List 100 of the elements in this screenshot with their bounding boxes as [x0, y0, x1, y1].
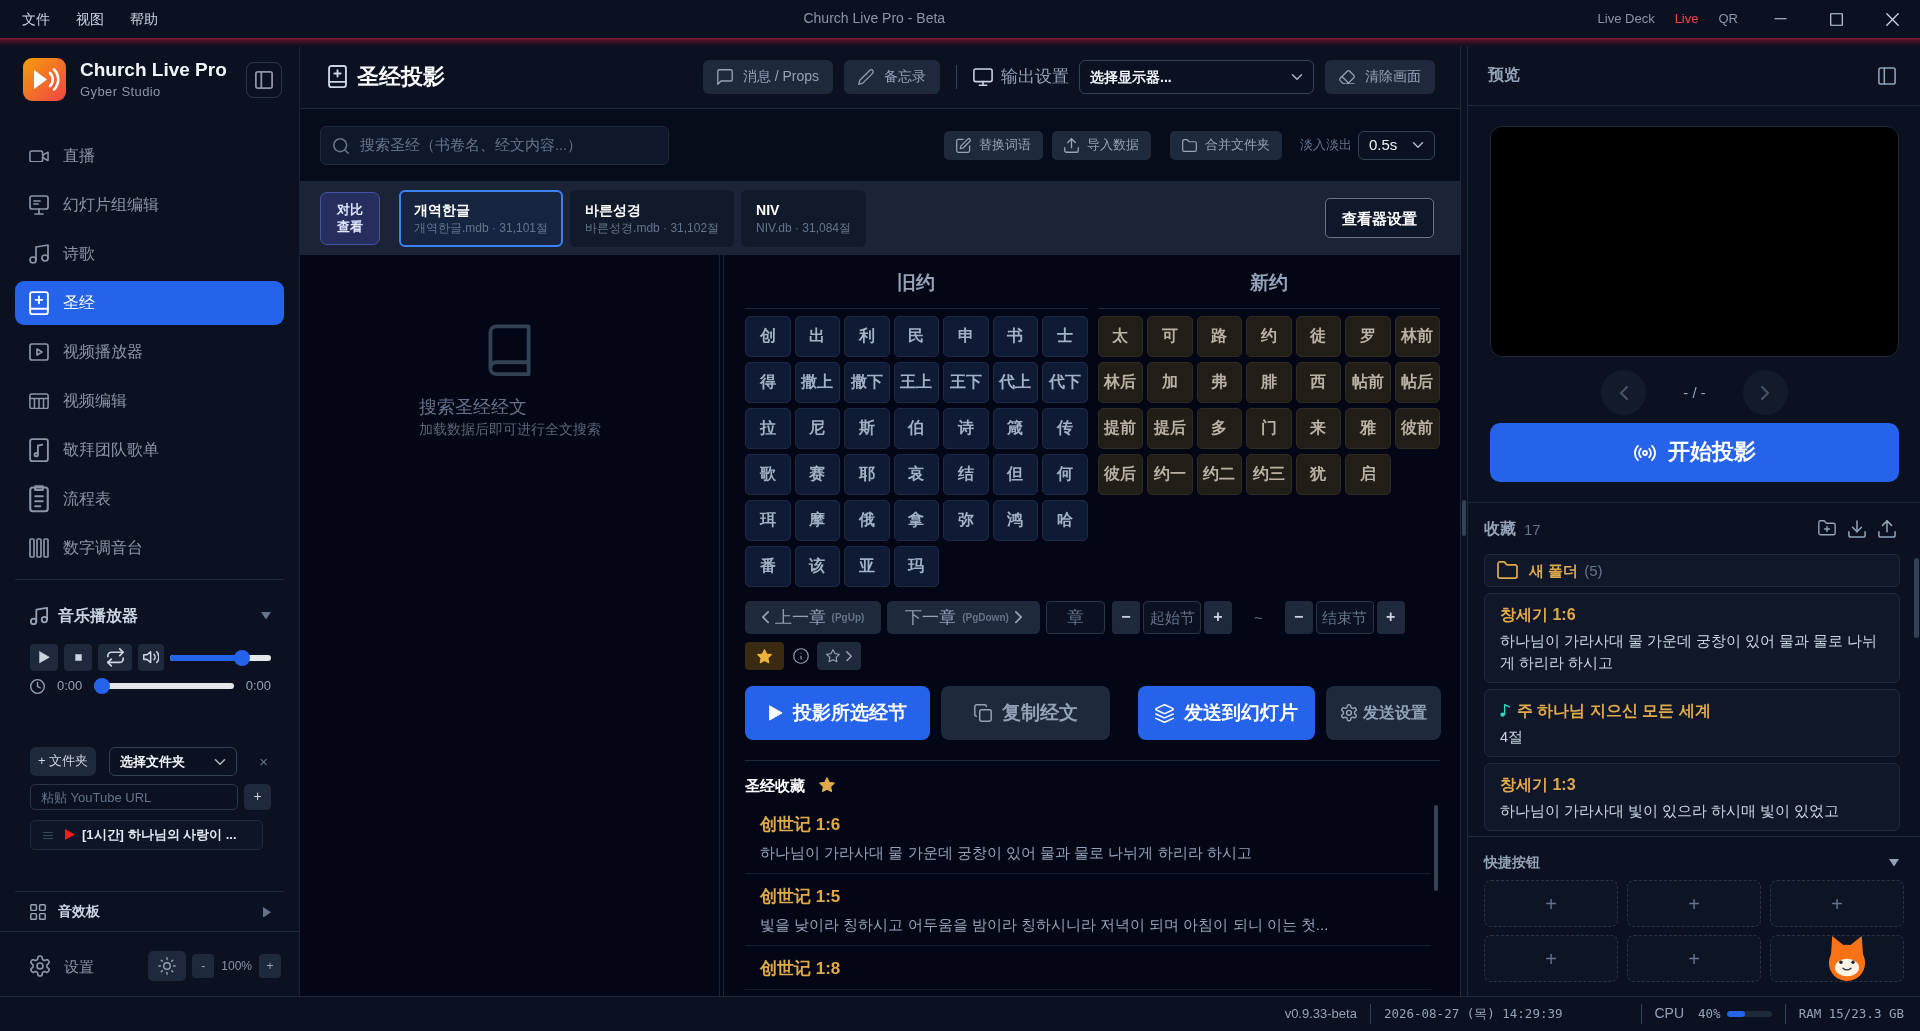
book-button[interactable]: 出 [794, 316, 840, 357]
book-button[interactable]: 路 [1196, 316, 1242, 357]
book-button[interactable]: 门 [1246, 408, 1292, 449]
increment-button[interactable]: + [1204, 601, 1232, 634]
merge-folder-button[interactable]: 合并文件夹 [1170, 130, 1282, 160]
volume-button[interactable] [138, 644, 164, 671]
sidebar-item[interactable]: 数字调音台 [15, 526, 284, 570]
search-field[interactable]: 搜索圣经（书卷名、经文内容...） [320, 125, 669, 165]
book-button[interactable]: 多 [1196, 408, 1242, 449]
book-button[interactable]: 哀 [893, 454, 939, 495]
book-button[interactable]: 鸿 [992, 500, 1038, 541]
book-button[interactable]: 代上 [992, 362, 1038, 403]
book-button[interactable]: 民 [893, 316, 939, 357]
add-quick-button[interactable]: + [1770, 880, 1904, 927]
zoom-in-button[interactable]: + [259, 954, 281, 978]
menu-item[interactable]: 帮助 [117, 9, 171, 29]
book-button[interactable]: 何 [1042, 454, 1088, 495]
book-button[interactable]: 俄 [844, 500, 890, 541]
book-button[interactable]: 摩 [794, 500, 840, 541]
project-verses-button[interactable]: 投影所选经节 [745, 686, 930, 740]
book-button[interactable]: 玛 [893, 546, 939, 587]
sidebar-item[interactable]: 敬拜团队歌单 [15, 428, 284, 472]
favorite-item[interactable]: 주 하나님 지으신 모든 세계 4절 [1484, 689, 1900, 757]
memo-button[interactable]: 备忘录 [844, 60, 940, 94]
next-chapter-button[interactable]: 下一章 (PgDown) [887, 601, 1040, 634]
book-button[interactable]: 加 [1147, 362, 1193, 403]
settings-link[interactable]: 设置 [30, 955, 94, 977]
book-button[interactable]: 约 [1246, 316, 1292, 357]
book-button[interactable]: 启 [1345, 454, 1391, 495]
book-button[interactable]: 传 [1042, 408, 1088, 449]
book-button[interactable]: 徒 [1295, 316, 1341, 357]
book-button[interactable]: 撒上 [794, 362, 840, 403]
sidebar-item[interactable]: 视频编辑 [15, 379, 284, 423]
book-button[interactable]: 约三 [1246, 454, 1292, 495]
book-button[interactable]: 创 [745, 316, 791, 357]
slider-thumb[interactable] [233, 649, 250, 666]
book-button[interactable]: 王上 [893, 362, 939, 403]
theme-toggle-button[interactable] [148, 951, 187, 981]
url-field[interactable]: 粘贴 YouTube URL [30, 784, 238, 810]
add-quick-button[interactable]: + [1627, 880, 1761, 927]
favorite-verse-item[interactable]: 创世记 1:5 빛을 낮이라 칭하시고 어두움을 밤이라 칭하시니라 저녁이 되며 아침이 되니 이는 첫... [745, 874, 1431, 946]
book-button[interactable]: 彼前 [1394, 408, 1440, 449]
book-button[interactable]: 罗 [1345, 316, 1391, 357]
add-url-button[interactable]: + [244, 784, 271, 810]
header-link[interactable]: QR [1718, 9, 1738, 29]
book-button[interactable]: 提前 [1097, 408, 1143, 449]
book-button[interactable]: 结 [943, 454, 989, 495]
book-button[interactable]: 珥 [745, 500, 791, 541]
viewer-settings-button[interactable]: 查看器设置 [1325, 198, 1434, 238]
header-link[interactable]: Live Deck [1597, 9, 1655, 29]
book-button[interactable]: 伯 [893, 408, 939, 449]
book-button[interactable]: 约一 [1147, 454, 1193, 495]
fade-select[interactable]: 0.5s [1358, 130, 1435, 160]
sidebar-item[interactable]: 视频播放器 [15, 330, 284, 374]
sidebar-item[interactable]: 诗歌 [15, 232, 284, 276]
version-tab[interactable]: 바른성경 바른성경.mdb · 31,102절 [570, 189, 735, 247]
menu-item[interactable]: 文件 [9, 9, 63, 29]
book-button[interactable]: 来 [1295, 408, 1341, 449]
book-button[interactable]: 约二 [1196, 454, 1242, 495]
start-verse-field[interactable]: 起始节 [1143, 601, 1201, 634]
book-button[interactable]: 歌 [745, 454, 791, 495]
book-button[interactable]: 赛 [794, 454, 840, 495]
compare-button[interactable]: 对比查看 [320, 191, 380, 245]
previous-chapter-button[interactable]: 上一章 (PgUp) [745, 601, 881, 634]
upload-icon[interactable] [1878, 520, 1896, 538]
panel-icon[interactable] [1878, 66, 1896, 85]
decrement-button[interactable]: − [1284, 601, 1313, 634]
book-button[interactable]: 撒下 [844, 362, 890, 403]
book-button[interactable]: 彼后 [1097, 454, 1143, 495]
repeat-button[interactable] [98, 644, 132, 671]
send-settings-button[interactable]: 发送设置 [1326, 686, 1441, 740]
book-button[interactable]: 西 [1295, 362, 1341, 403]
book-button[interactable]: 申 [943, 316, 989, 357]
send-to-slides-button[interactable]: 发送到幻灯片 [1138, 686, 1315, 740]
favorite-verse-item[interactable]: 创世记 1:8 [745, 946, 1431, 990]
playlist-item[interactable]: [1시간] 하나님의 사랑이 ... [30, 820, 263, 850]
quick-button-slot[interactable] [1770, 935, 1904, 982]
book-button[interactable]: 弗 [1196, 362, 1242, 403]
favorite-item[interactable]: 창세기 1:3 하나님이 가라사대 빛이 있으라 하시매 빛이 있었고 [1484, 763, 1900, 831]
book-button[interactable]: 林后 [1097, 362, 1143, 403]
stop-button[interactable] [64, 644, 92, 671]
add-quick-button[interactable]: + [1627, 935, 1761, 982]
caret-down-icon[interactable] [1889, 859, 1899, 867]
clear-button[interactable]: × [256, 751, 271, 772]
live-link[interactable]: Live [1674, 9, 1699, 29]
cat-mascot-icon[interactable] [1826, 936, 1868, 981]
display-select[interactable]: 选择显示器... [1079, 60, 1314, 94]
book-button[interactable]: 犹 [1295, 454, 1341, 495]
sidebar-item[interactable]: 直播 [15, 134, 284, 178]
zoom-out-button[interactable]: - [192, 954, 215, 978]
slider-thumb[interactable] [94, 678, 111, 694]
book-button[interactable]: 帖后 [1394, 362, 1440, 403]
add-quick-button[interactable]: + [1484, 880, 1618, 927]
add-folder-button[interactable]: + 文件夹 [30, 747, 97, 776]
folder-select[interactable]: 选择文件夹 [109, 747, 238, 776]
book-button[interactable]: 代下 [1042, 362, 1088, 403]
book-button[interactable]: 斯 [844, 408, 890, 449]
book-button[interactable]: 雅 [1345, 408, 1391, 449]
clear-screen-button[interactable]: 清除画面 [1325, 60, 1435, 94]
version-tab[interactable]: 개역한글 개역한글.mdb · 31,101절 [399, 189, 564, 247]
